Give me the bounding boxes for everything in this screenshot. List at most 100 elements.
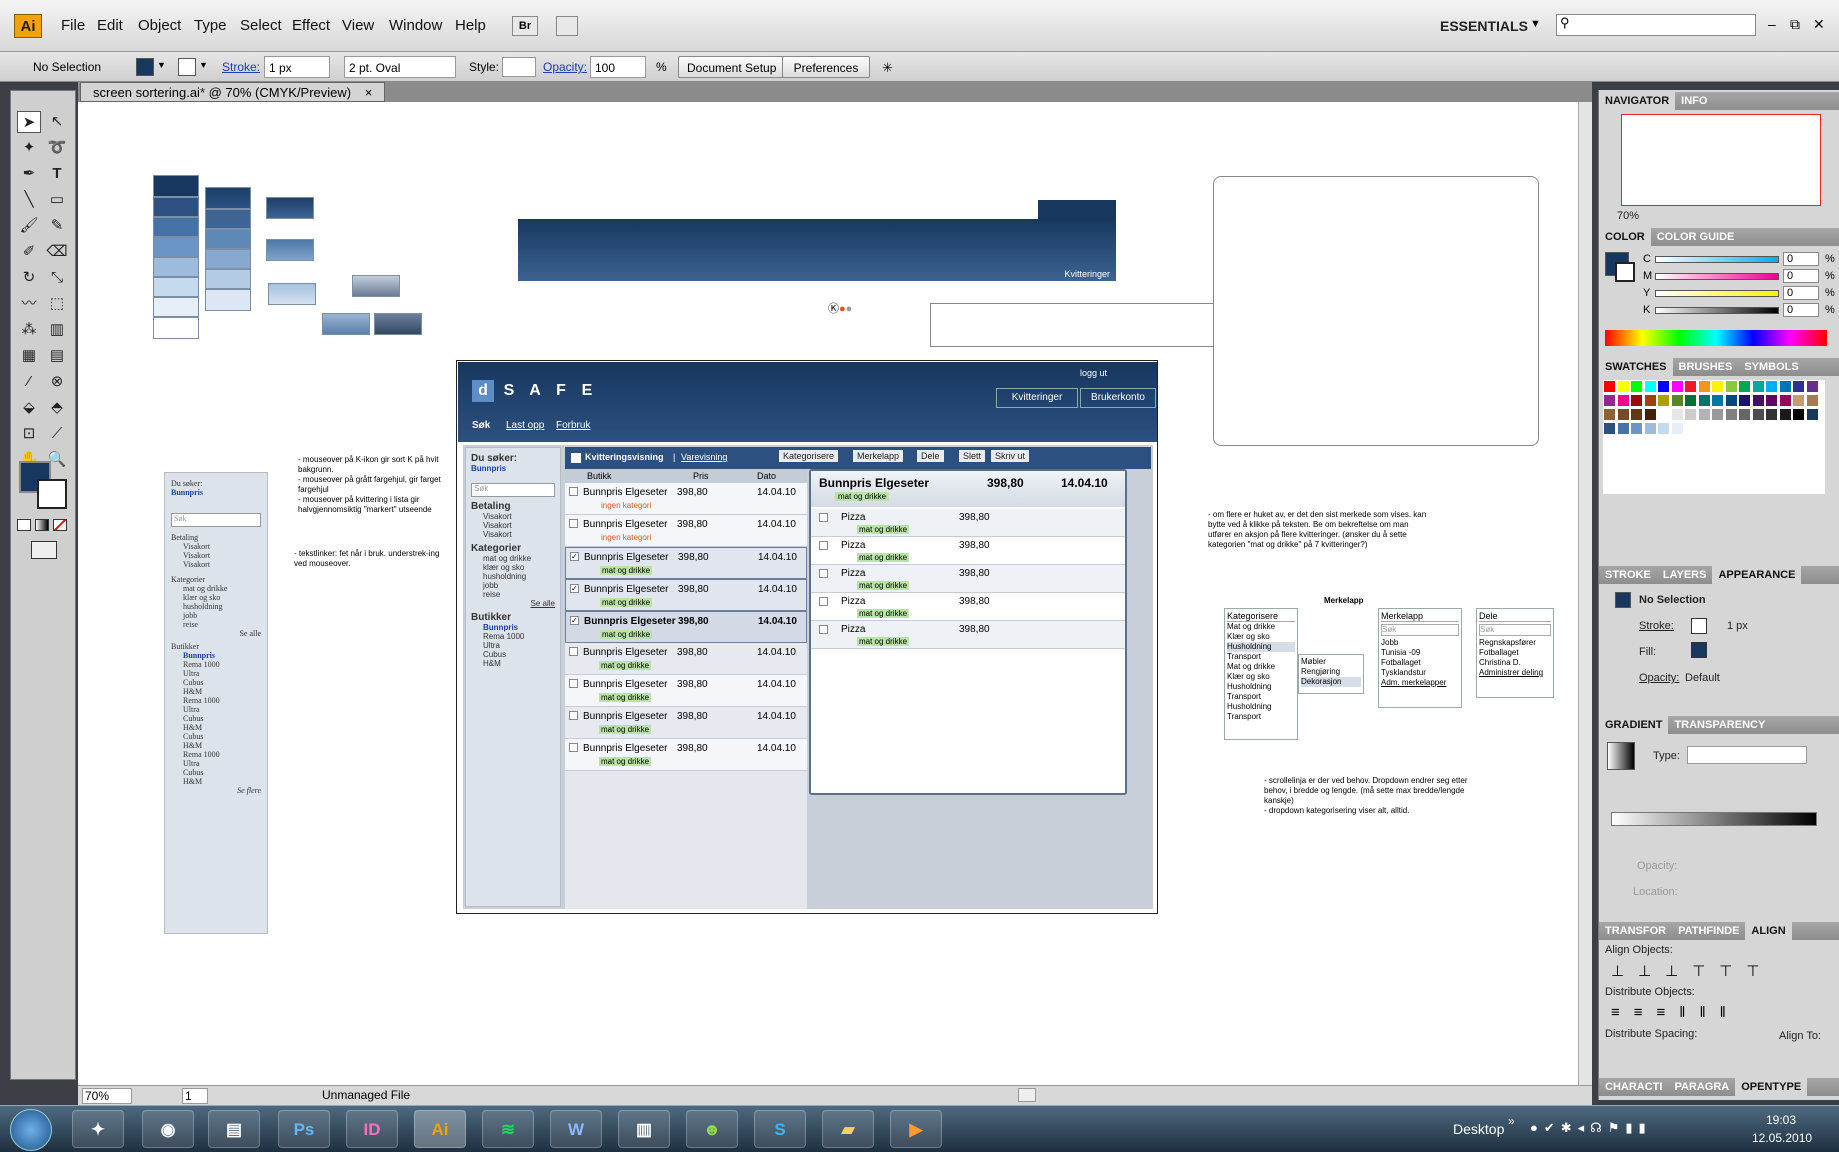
artboard-tool-icon[interactable]: ⊡ bbox=[17, 423, 41, 445]
tab-appearance[interactable]: APPEARANCE bbox=[1712, 566, 1802, 584]
fill-swatch[interactable] bbox=[136, 58, 154, 76]
color-swatch[interactable] bbox=[1765, 408, 1778, 421]
admin-link[interactable]: Administrer deling bbox=[1479, 668, 1551, 678]
color-swatch[interactable] bbox=[1711, 408, 1724, 421]
stroke-link[interactable]: Stroke: bbox=[1639, 620, 1674, 632]
tab-layers[interactable]: LAYERS bbox=[1657, 566, 1713, 584]
view-items-link[interactable]: Varevisning bbox=[681, 452, 727, 462]
list-item[interactable]: Ultra bbox=[171, 759, 261, 768]
row-tag[interactable]: mat og drikke bbox=[599, 725, 652, 734]
color-swatch[interactable] bbox=[1724, 394, 1738, 407]
item-tag[interactable]: mat og drikke bbox=[857, 581, 910, 590]
bridge-button[interactable]: Br bbox=[512, 16, 538, 36]
lasso-tool-icon[interactable]: ➰ bbox=[45, 137, 69, 159]
brush-select[interactable]: 2 pt. Oval bbox=[344, 56, 456, 78]
gradient-preview[interactable] bbox=[1607, 742, 1635, 770]
menu-type[interactable]: Type bbox=[194, 17, 227, 34]
row-checkbox[interactable] bbox=[569, 487, 578, 496]
row-tag[interactable]: mat og drikke bbox=[600, 630, 653, 639]
column-header[interactable]: Dato bbox=[757, 471, 776, 481]
item-tag[interactable]: mat og drikke bbox=[857, 553, 910, 562]
tab-color-guide[interactable]: COLOR GUIDE bbox=[1651, 228, 1741, 246]
dropdown-item[interactable]: Rengjøring bbox=[1301, 667, 1361, 677]
list-item[interactable]: mat og drikke bbox=[171, 584, 261, 593]
color-sample[interactable] bbox=[153, 175, 199, 197]
tab-stroke[interactable]: STROKE bbox=[1599, 566, 1657, 584]
dropdown-item[interactable]: Mat og drikke bbox=[1227, 622, 1295, 632]
item-tag[interactable]: mat og drikke bbox=[857, 609, 910, 618]
warp-tool-icon[interactable]: 〰 bbox=[17, 293, 41, 315]
graphic-style-picker[interactable] bbox=[502, 57, 536, 77]
color-swatch[interactable] bbox=[1711, 380, 1724, 393]
row-tag[interactable]: mat og drikke bbox=[600, 566, 653, 575]
tab-navigator[interactable]: NAVIGATOR bbox=[1599, 92, 1676, 110]
tab-symbols[interactable]: SYMBOLS bbox=[1738, 358, 1804, 376]
list-item[interactable]: Rema 1000 bbox=[171, 660, 261, 669]
list-item[interactable]: H&M bbox=[171, 723, 261, 732]
rectangle-tool-icon[interactable]: ▭ bbox=[45, 189, 69, 211]
menu-window[interactable]: Window bbox=[389, 17, 442, 34]
color-swatch[interactable] bbox=[1603, 394, 1616, 407]
selection-tool-icon[interactable]: ➤ bbox=[17, 111, 41, 133]
color-sample[interactable] bbox=[205, 187, 251, 209]
opacity-link[interactable]: Opacity: bbox=[543, 56, 587, 78]
status-text[interactable]: Unmanaged File bbox=[322, 1088, 410, 1102]
menu-view[interactable]: View bbox=[342, 17, 374, 34]
table-row[interactable]: Bunnpris Elgeseter 398,80 14.04.10 mat og d… bbox=[565, 643, 807, 675]
dropdown-item[interactable]: Møbler bbox=[1301, 657, 1361, 667]
table-row[interactable]: Bunnpris Elgeseter 398,80 14.04.10 mat og d… bbox=[565, 707, 807, 739]
horizontal-scroll-thumb[interactable] bbox=[1018, 1088, 1036, 1102]
dropdown-item[interactable]: Transport bbox=[1227, 712, 1295, 722]
pen-tool-icon[interactable]: ✒ bbox=[17, 163, 41, 185]
color-swatch[interactable] bbox=[1751, 380, 1765, 393]
free-transform-tool-icon[interactable]: ⬚ bbox=[45, 293, 69, 315]
color-sample[interactable] bbox=[322, 313, 370, 335]
color-swatch[interactable] bbox=[1630, 394, 1643, 407]
table-row[interactable]: ✓ Bunnpris Elgeseter 398,80 14.04.10 mat og … bbox=[565, 547, 807, 579]
color-mode-icon[interactable] bbox=[17, 519, 31, 531]
row-checkbox[interactable] bbox=[569, 743, 578, 752]
tab-transparency[interactable]: TRANSPARENCY bbox=[1668, 716, 1771, 734]
slett-button[interactable]: Slett bbox=[959, 450, 986, 462]
row-checkbox[interactable] bbox=[569, 647, 578, 656]
tab-transform[interactable]: TRANSFOR bbox=[1599, 922, 1672, 940]
list-item[interactable]: Cubus bbox=[471, 650, 555, 659]
frog-app-icon[interactable]: ☻ bbox=[686, 1110, 738, 1148]
list-item[interactable]: Cubus bbox=[171, 732, 261, 741]
fill-swatch[interactable] bbox=[1691, 642, 1707, 658]
dropdown-item[interactable]: Transport bbox=[1227, 692, 1295, 702]
item-tag[interactable]: mat og drikke bbox=[857, 637, 910, 646]
color-swatch[interactable] bbox=[1643, 394, 1657, 407]
color-swatch[interactable] bbox=[1724, 408, 1738, 421]
artboard-canvas[interactable]: Kvitteringer Ⓚ●● - mouseover på K-ikon g… bbox=[78, 102, 1578, 1085]
close-tab-icon[interactable]: × bbox=[365, 85, 373, 100]
detail-item-row[interactable]: Pizza 398,80 mat og drikke bbox=[811, 621, 1125, 649]
media-player-icon[interactable]: ▶ bbox=[890, 1110, 942, 1148]
row-checkbox[interactable] bbox=[569, 519, 578, 528]
color-swatch[interactable] bbox=[1643, 408, 1657, 421]
channel-slider[interactable] bbox=[1655, 256, 1779, 263]
filter-chip[interactable]: Bunnpris bbox=[171, 488, 261, 497]
see-more-link[interactable]: Se flere bbox=[171, 786, 261, 795]
color-swatch[interactable] bbox=[1603, 408, 1616, 421]
color-swatch[interactable] bbox=[1738, 394, 1751, 407]
list-item[interactable]: H&M bbox=[471, 659, 555, 668]
dropdown-item[interactable]: Klær og sko bbox=[1227, 632, 1295, 642]
row-tag[interactable]: mat og drikke bbox=[599, 661, 652, 670]
tab-swatches[interactable]: SWATCHES bbox=[1599, 358, 1673, 376]
list-item[interactable]: jobb bbox=[471, 581, 555, 590]
color-swatch[interactable] bbox=[1697, 380, 1711, 393]
color-swatch[interactable] bbox=[1778, 394, 1792, 407]
stroke-swatch[interactable] bbox=[178, 58, 196, 76]
subnav-last-opp[interactable]: Last opp bbox=[506, 420, 544, 431]
color-sample[interactable] bbox=[153, 257, 199, 277]
mesh-tool-icon[interactable]: ▦ bbox=[17, 345, 41, 367]
navigator-preview[interactable] bbox=[1621, 114, 1821, 206]
align-buttons[interactable]: ⊥⊥⊥⊤⊤⊤ bbox=[1611, 962, 1773, 980]
list-item[interactable]: Ultra bbox=[171, 669, 261, 678]
row-tag[interactable]: mat og drikke bbox=[600, 598, 653, 607]
illustrator-icon[interactable]: Ai bbox=[414, 1110, 466, 1148]
list-item[interactable]: Cubus bbox=[171, 714, 261, 723]
menu-help[interactable]: Help bbox=[455, 17, 486, 34]
list-item[interactable]: Rema 1000 bbox=[171, 696, 261, 705]
